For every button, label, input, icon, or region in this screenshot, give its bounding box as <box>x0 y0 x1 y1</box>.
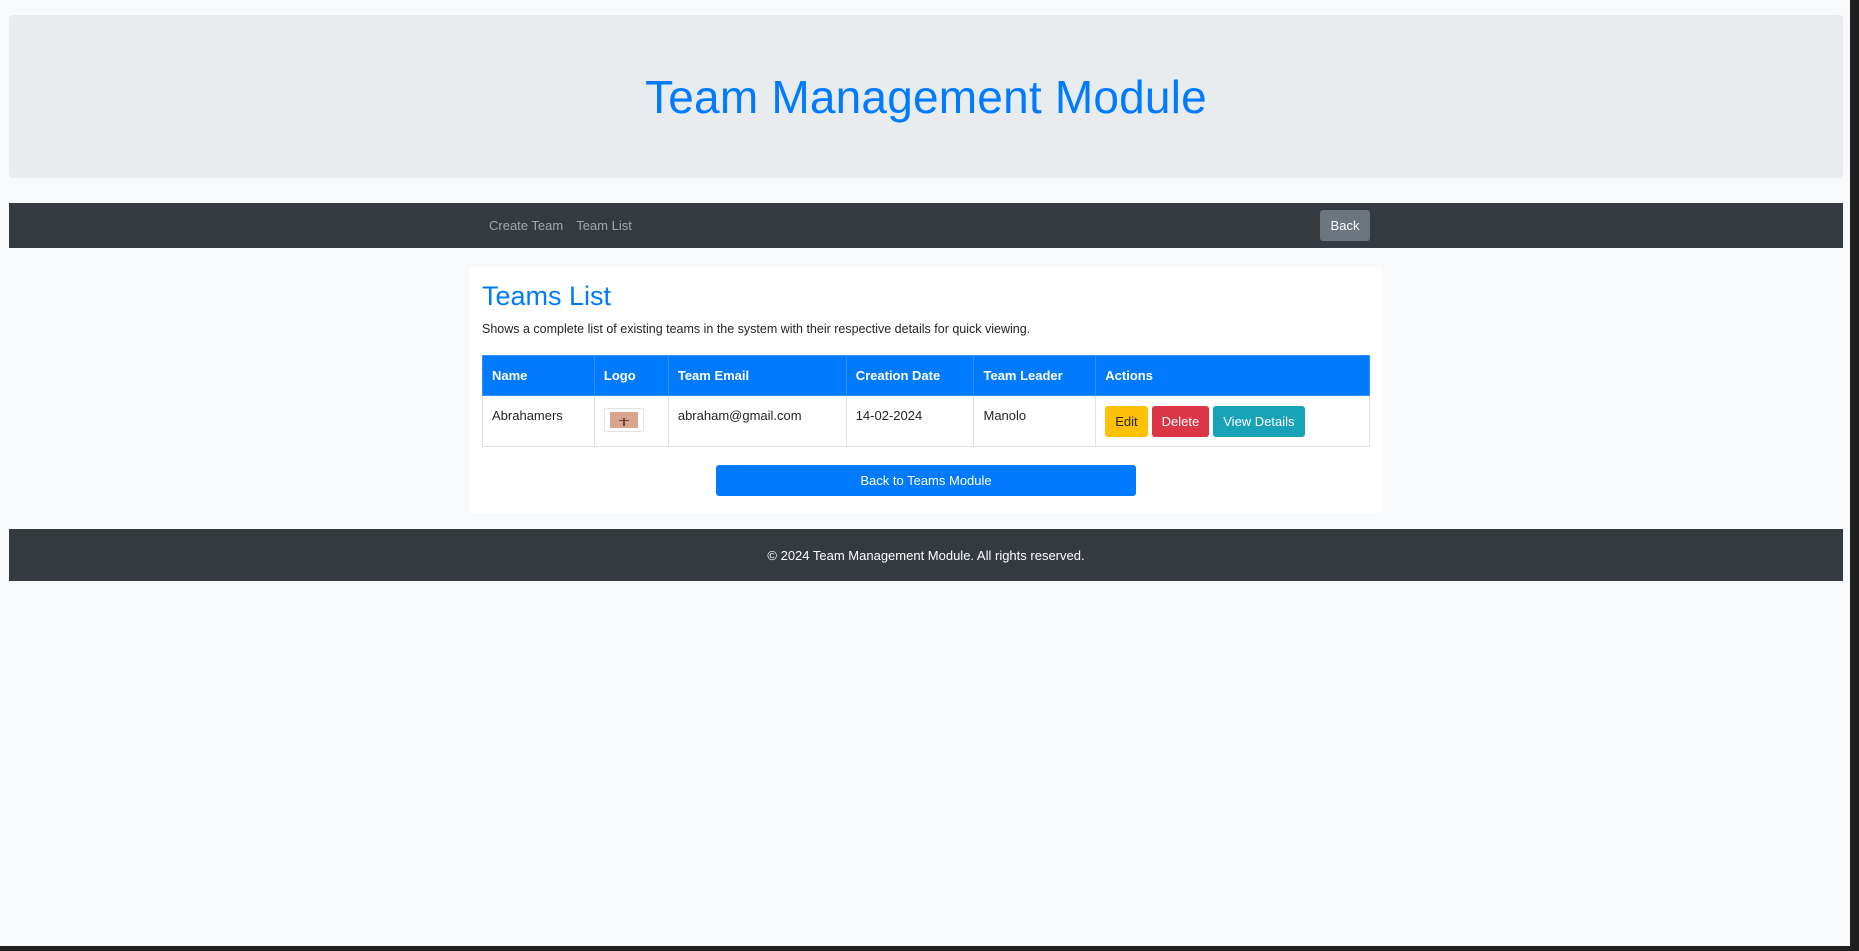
nav-link-create-team[interactable]: Create Team <box>489 218 563 233</box>
cell-team-email: abraham@gmail.com <box>667 395 847 447</box>
row-actions: Edit Delete View Details <box>1105 406 1360 437</box>
column-header-team-leader: Team Leader <box>973 355 1097 396</box>
column-header-team-email: Team Email <box>667 355 847 396</box>
team-logo-image <box>603 408 644 432</box>
section-description: Shows a complete list of existing teams … <box>482 322 1031 336</box>
teams-table: Name Logo Team Email Creation Date Team … <box>482 355 1370 447</box>
nav-link-team-list[interactable]: Team List <box>576 218 632 233</box>
window-edge-bottom <box>0 946 1859 951</box>
table-header-row: Name Logo Team Email Creation Date Team … <box>482 355 1370 396</box>
cell-logo <box>593 395 669 447</box>
column-header-creation-date: Creation Date <box>845 355 975 396</box>
nav-links: Create Team Team List <box>489 203 645 248</box>
header-jumbotron: Team Management Module <box>9 15 1843 178</box>
column-header-actions: Actions <box>1095 355 1370 396</box>
back-button[interactable]: Back <box>1320 210 1370 241</box>
cell-creation-date: 14-02-2024 <box>845 395 975 447</box>
teams-list-card: Teams List Shows a complete list of exis… <box>470 267 1382 513</box>
column-header-name: Name <box>482 355 595 396</box>
section-title: Teams List <box>482 281 612 311</box>
cell-team-name: Abrahamers <box>482 395 595 447</box>
view-details-button[interactable]: View Details <box>1213 406 1305 437</box>
cell-actions: Edit Delete View Details <box>1095 395 1370 447</box>
navbar: Create Team Team List Back <box>9 203 1843 248</box>
table-row: Abrahamers abraham@gmail.com 14-02-2024 … <box>482 395 1370 447</box>
page-title: Team Management Module <box>645 70 1207 123</box>
page: Team Management Module Create Team Team … <box>0 0 1850 946</box>
delete-button[interactable]: Delete <box>1151 406 1210 437</box>
back-to-teams-module-button[interactable]: Back to Teams Module <box>716 465 1136 496</box>
cell-team-leader: Manolo <box>973 395 1097 447</box>
footer: © 2024 Team Management Module. All right… <box>9 529 1843 581</box>
edit-button[interactable]: Edit <box>1105 406 1148 437</box>
column-header-logo: Logo <box>593 355 669 396</box>
window-edge-right <box>1850 0 1859 951</box>
footer-copyright: © 2024 Team Management Module. All right… <box>767 547 1085 563</box>
